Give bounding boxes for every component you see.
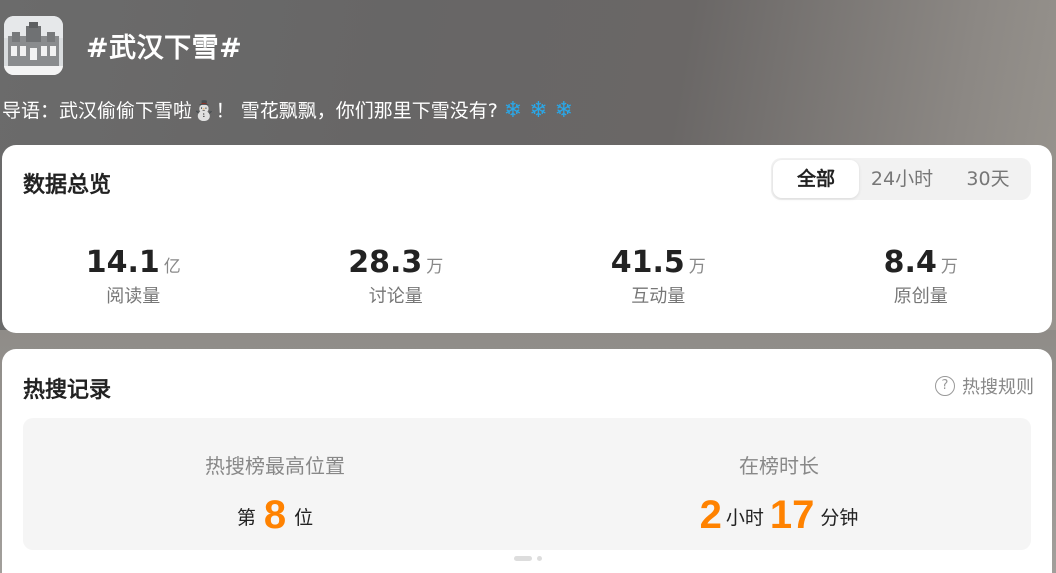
time-on-list: 在榜时长 2 小时 17 分钟 xyxy=(527,418,1031,550)
hot-search-stats: 热搜榜最高位置 第8位 在榜时长 2 小时 17 分钟 xyxy=(23,418,1031,550)
stat-value: 41.5 xyxy=(610,245,685,280)
topic-header: #武汉下雪# 导语：武汉偷偷下雪啦⛄！ 雪花飘飘，你们那里下雪没有? ❄ ❄ ❄ xyxy=(0,0,1056,140)
stat-discussions: 28.3 万 讨论量 xyxy=(265,245,528,308)
topic-title: #武汉下雪# xyxy=(86,33,243,64)
page-dot xyxy=(537,556,542,561)
hot-search-rules-link[interactable]: ? 热搜规则 xyxy=(935,373,1034,399)
position-value: 8 xyxy=(263,493,287,537)
topic-thumbnail[interactable] xyxy=(4,16,63,75)
page-indicator xyxy=(514,556,542,561)
time-on-list-label: 在榜时长 xyxy=(739,454,819,478)
rules-label: 热搜规则 xyxy=(962,377,1034,398)
snowflake-icons: ❄ ❄ ❄ xyxy=(503,98,574,123)
question-icon: ? xyxy=(935,376,955,396)
stat-value: 8.4 xyxy=(883,245,937,280)
tab-30d[interactable]: 30天 xyxy=(945,160,1031,198)
data-overview-card: 数据总览 全部 24小时 30天 14.1 亿 阅读量 28.3 万 讨论量 41.… xyxy=(2,145,1052,333)
stat-label: 原创量 xyxy=(893,286,948,307)
hours-unit: 小时 xyxy=(725,507,764,529)
hot-search-title: 热搜记录 xyxy=(23,378,112,403)
stat-label: 讨论量 xyxy=(368,286,423,307)
tab-all[interactable]: 全部 xyxy=(773,160,859,198)
hours-value: 2 xyxy=(699,493,722,537)
best-position: 热搜榜最高位置 第8位 xyxy=(23,418,527,550)
stat-label: 阅读量 xyxy=(106,286,161,307)
stat-label: 互动量 xyxy=(631,286,686,307)
topic-intro: 导语：武汉偷偷下雪啦⛄！ 雪花飘飘，你们那里下雪没有? ❄ ❄ ❄ xyxy=(2,96,573,123)
stat-interactions: 41.5 万 互动量 xyxy=(527,245,790,308)
overview-title: 数据总览 xyxy=(23,173,112,198)
position-suffix: 位 xyxy=(294,507,314,529)
minutes-value: 17 xyxy=(769,493,815,537)
stats-row: 14.1 亿 阅读量 28.3 万 讨论量 41.5 万 互动量 8.4 万 原创量 xyxy=(2,245,1052,308)
stat-value: 28.3 xyxy=(348,245,423,280)
stat-originals: 8.4 万 原创量 xyxy=(790,245,1053,308)
tab-24h[interactable]: 24小时 xyxy=(859,160,945,198)
time-range-tabs: 全部 24小时 30天 xyxy=(771,158,1031,200)
stat-value: 14.1 xyxy=(85,245,160,280)
minutes-unit: 分钟 xyxy=(820,507,859,529)
hot-search-card: 热搜记录 ? 热搜规则 热搜榜最高位置 第8位 在榜时长 2 小时 17 分钟 xyxy=(2,349,1052,573)
stat-unit: 万 xyxy=(940,257,958,277)
position-prefix: 第 xyxy=(236,507,256,529)
page-dot-active xyxy=(514,556,532,561)
stat-unit: 万 xyxy=(426,257,444,277)
stat-reads: 14.1 亿 阅读量 xyxy=(2,245,265,308)
best-position-label: 热搜榜最高位置 xyxy=(205,454,345,478)
stat-unit: 亿 xyxy=(163,257,181,277)
stat-unit: 万 xyxy=(688,257,706,277)
topic-intro-text: 导语：武汉偷偷下雪啦⛄！ 雪花飘飘，你们那里下雪没有? xyxy=(2,100,498,122)
